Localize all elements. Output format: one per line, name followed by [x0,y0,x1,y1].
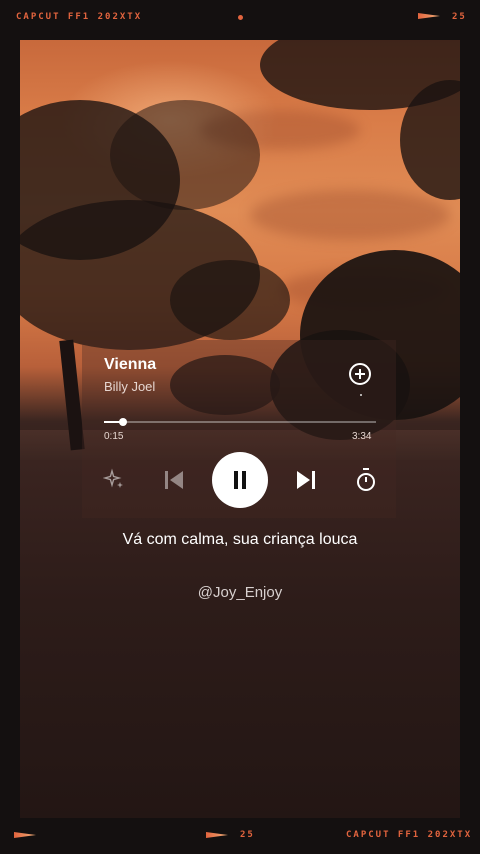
skip-forward-icon[interactable] [294,469,318,491]
elapsed-time: 0:15 [104,431,124,442]
progress-bar[interactable] [104,418,376,426]
film-dot [238,15,243,20]
film-label-top-right: 25 [452,12,467,22]
song-artist[interactable]: Billy Joel [104,379,155,394]
skip-back-icon[interactable] [162,469,186,491]
progress-handle[interactable] [119,418,128,426]
total-time: 3:34 [352,431,372,442]
film-label-bottom-center: 25 [240,830,255,840]
film-arrow-top [418,13,440,19]
sleep-timer-icon[interactable] [354,467,378,493]
creator-handle: @Joy_Enjoy [197,584,283,601]
indicator-dot [360,394,362,396]
sparkle-icon[interactable] [102,468,127,492]
film-arrow-bottom-center [206,832,228,838]
film-label-top-left: CAPCUT FF1 202XTX [16,12,143,22]
pause-button[interactable] [212,452,268,508]
pause-icon-bar [242,471,246,489]
add-circle-icon[interactable] [349,363,371,385]
film-label-bottom-right: CAPCUT FF1 202XTX [346,830,473,840]
pause-icon [234,471,238,489]
song-title: Vienna [104,356,157,373]
film-arrow-bottom-left [14,832,36,838]
lyric-line: Vá com calma, sua criança louca [122,531,358,548]
